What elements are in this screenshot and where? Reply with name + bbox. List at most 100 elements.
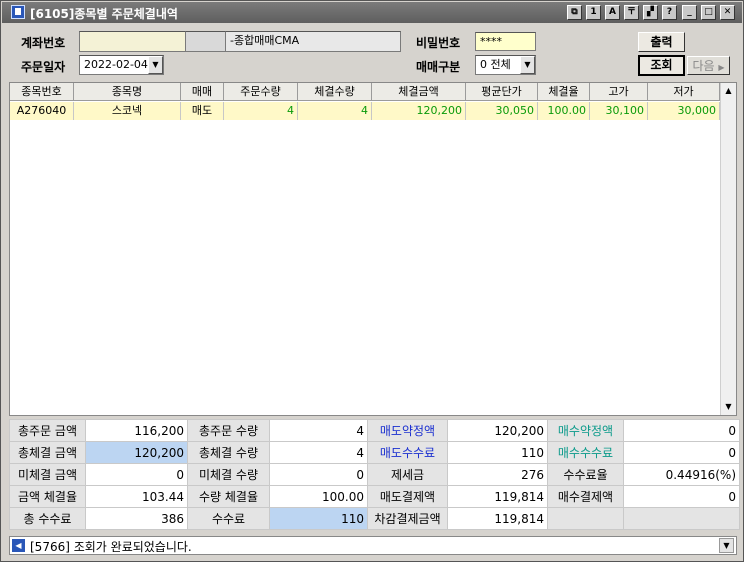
pin-1-icon[interactable]: 1 bbox=[586, 5, 601, 20]
app-window-icon bbox=[11, 5, 25, 19]
summary-value: 4 bbox=[269, 419, 368, 442]
col-avg-price[interactable]: 평균단가 bbox=[466, 83, 538, 101]
font-a-icon[interactable]: A bbox=[605, 5, 620, 20]
summary-table: 총주문 금액 116,200 총주문 수량 4 매도약정액 120,200 매수… bbox=[9, 419, 740, 530]
summary-label: 수수료 bbox=[187, 507, 270, 530]
col-stock-code[interactable]: 종목번호 bbox=[10, 83, 74, 101]
summary-label: 매도약정액 bbox=[367, 419, 448, 442]
cell-high: 30,100 bbox=[590, 102, 648, 120]
col-trade[interactable]: 매매 bbox=[181, 83, 224, 101]
account-number-sub-field[interactable] bbox=[186, 31, 226, 52]
summary-value: 110 bbox=[269, 507, 368, 530]
summary-value: 116,200 bbox=[85, 419, 188, 442]
summary-value: 120,200 bbox=[447, 419, 548, 442]
col-order-qty[interactable]: 주문수량 bbox=[224, 83, 298, 101]
scroll-up-icon[interactable]: ▲ bbox=[721, 83, 736, 99]
scroll-down-icon[interactable]: ▼ bbox=[721, 399, 736, 415]
cell-stock-name: 스코넥 bbox=[74, 102, 181, 120]
summary-row: 총체결 금액 120,200 총체결 수량 4 매도수수료 110 매수수수료 … bbox=[9, 441, 740, 464]
account-number-field[interactable] bbox=[79, 31, 186, 52]
cell-exec-amount: 120,200 bbox=[372, 102, 466, 120]
summary-value: 386 bbox=[85, 507, 188, 530]
next-button-label: 다음 bbox=[692, 59, 715, 73]
summary-value: 0 bbox=[269, 463, 368, 486]
account-name-field: -종합매매CMA bbox=[226, 31, 401, 52]
next-arrow-icon: ▶ bbox=[718, 63, 725, 72]
order-execution-grid[interactable]: 종목번호 종목명 매매 주문수량 체결수량 체결금액 평균단가 체결율 고가 저… bbox=[9, 82, 737, 416]
summary-value: 119,814 bbox=[447, 485, 548, 508]
message-history-dropdown-icon[interactable]: ▼ bbox=[719, 538, 734, 553]
summary-value: 110 bbox=[447, 441, 548, 464]
summary-empty-value bbox=[623, 507, 740, 530]
col-high[interactable]: 고가 bbox=[590, 83, 648, 101]
summary-value: 0.44916(%) bbox=[623, 463, 740, 486]
summary-label: 미체결 금액 bbox=[9, 463, 86, 486]
order-date-label: 주문일자 bbox=[21, 60, 66, 74]
summary-label: 총주문 금액 bbox=[9, 419, 86, 442]
summary-label: 금액 체결율 bbox=[9, 485, 86, 508]
help-icon[interactable]: ? bbox=[662, 5, 677, 20]
print-button[interactable]: 출력 bbox=[638, 32, 685, 52]
cell-stock-code: A276040 bbox=[10, 102, 74, 120]
summary-row: 총 수수료 386 수수료 110 차감결제금액 119,814 bbox=[9, 507, 740, 530]
summary-value: 119,814 bbox=[447, 507, 548, 530]
cell-avg-price: 30,050 bbox=[466, 102, 538, 120]
col-exec-rate[interactable]: 체결율 bbox=[538, 83, 590, 101]
link-window-icon[interactable]: ▞ bbox=[643, 5, 658, 20]
order-date-dropdown-icon[interactable]: ▼ bbox=[148, 56, 163, 74]
col-exec-qty[interactable]: 체결수량 bbox=[298, 83, 372, 101]
copy-window-icon[interactable]: ⧉ bbox=[567, 5, 582, 20]
col-exec-amount[interactable]: 체결금액 bbox=[372, 83, 466, 101]
pushpin-icon[interactable]: 〒 bbox=[624, 5, 639, 20]
trade-type-label: 매매구분 bbox=[416, 60, 461, 74]
message-speaker-icon: ◀ bbox=[12, 539, 25, 552]
window-title: [6105]종목별 주문체결내역 bbox=[30, 7, 178, 21]
next-button[interactable]: 다음 ▶ bbox=[687, 56, 730, 75]
summary-label: 매수결제액 bbox=[547, 485, 624, 508]
summary-row: 총주문 금액 116,200 총주문 수량 4 매도약정액 120,200 매수… bbox=[9, 419, 740, 442]
summary-label: 총체결 수량 bbox=[187, 441, 270, 464]
cell-exec-rate: 100.00 bbox=[538, 102, 590, 120]
grid-header: 종목번호 종목명 매매 주문수량 체결수량 체결금액 평균단가 체결율 고가 저… bbox=[10, 83, 720, 101]
summary-value: 0 bbox=[623, 485, 740, 508]
summary-value: 0 bbox=[623, 441, 740, 464]
summary-value: 120,200 bbox=[85, 441, 188, 464]
main-window: [6105]종목별 주문체결내역 ⧉ 1 A 〒 ▞ ? _ □ ✕ 계좌번호 … bbox=[0, 0, 744, 562]
summary-empty-label bbox=[547, 507, 624, 530]
password-label: 비밀번호 bbox=[416, 36, 461, 50]
summary-label: 총체결 금액 bbox=[9, 441, 86, 464]
cell-trade: 매도 bbox=[181, 102, 224, 120]
maximize-icon[interactable]: □ bbox=[701, 5, 716, 20]
summary-value: 4 bbox=[269, 441, 368, 464]
summary-row: 금액 체결율 103.44 수량 체결율 100.00 매도결제액 119,81… bbox=[9, 485, 740, 508]
summary-label: 제세금 bbox=[367, 463, 448, 486]
minimize-icon[interactable]: _ bbox=[682, 5, 697, 20]
vertical-scrollbar[interactable]: ▲ ▼ bbox=[720, 83, 736, 415]
close-icon[interactable]: ✕ bbox=[720, 5, 735, 20]
col-low[interactable]: 저가 bbox=[648, 83, 720, 101]
summary-value: 0 bbox=[623, 419, 740, 442]
col-stock-name[interactable]: 종목명 bbox=[74, 83, 181, 101]
trade-type-dropdown-icon[interactable]: ▼ bbox=[520, 56, 535, 74]
summary-label: 총 수수료 bbox=[9, 507, 86, 530]
summary-label: 수량 체결율 bbox=[187, 485, 270, 508]
password-field[interactable]: **** bbox=[475, 32, 536, 51]
account-label: 계좌번호 bbox=[21, 36, 66, 50]
summary-value: 103.44 bbox=[85, 485, 188, 508]
query-button[interactable]: 조회 bbox=[638, 55, 685, 76]
table-row[interactable]: A276040 스코넥 매도 4 4 120,200 30,050 100.00… bbox=[10, 102, 720, 120]
cell-exec-qty: 4 bbox=[298, 102, 372, 120]
summary-value: 100.00 bbox=[269, 485, 368, 508]
status-message: [5766] 조회가 완료되었습니다. bbox=[30, 540, 192, 554]
summary-label: 매수수수료 bbox=[547, 441, 624, 464]
summary-label: 미체결 수량 bbox=[187, 463, 270, 486]
title-bar[interactable]: [6105]종목별 주문체결내역 ⧉ 1 A 〒 ▞ ? _ □ ✕ bbox=[2, 2, 742, 23]
summary-row: 미체결 금액 0 미체결 수량 0 제세금 276 수수료율 0.44916(%… bbox=[9, 463, 740, 486]
cell-low: 30,000 bbox=[648, 102, 720, 120]
summary-label: 차감결제금액 bbox=[367, 507, 448, 530]
cell-order-qty: 4 bbox=[224, 102, 298, 120]
summary-label: 매도수수료 bbox=[367, 441, 448, 464]
summary-label: 매도결제액 bbox=[367, 485, 448, 508]
summary-label: 총주문 수량 bbox=[187, 419, 270, 442]
summary-label: 수수료율 bbox=[547, 463, 624, 486]
